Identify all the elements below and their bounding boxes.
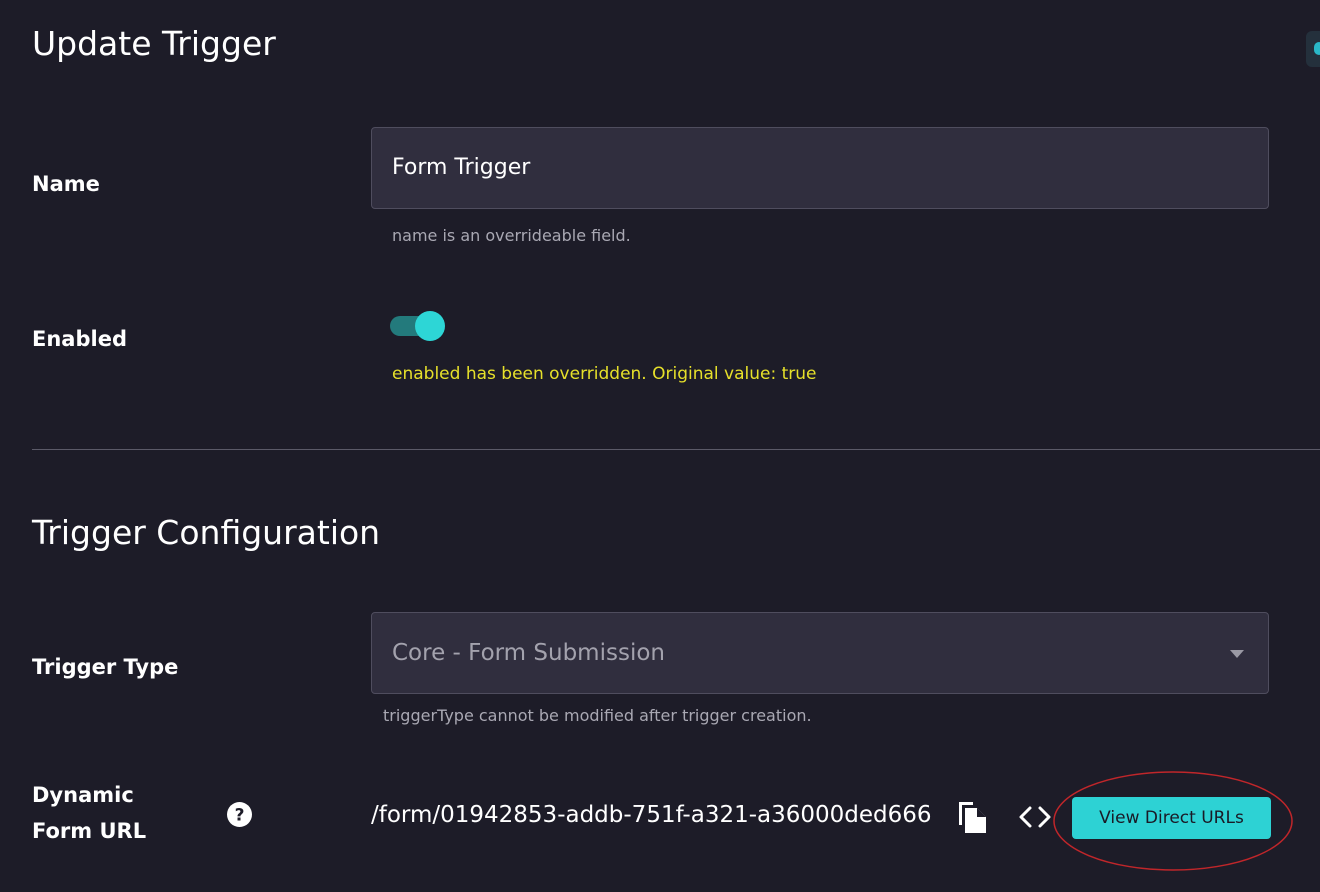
enabled-label: Enabled [32,327,127,351]
name-input-value: Form Trigger [392,155,531,180]
trigger-type-value: Core - Form Submission [392,640,665,666]
dynamic-url-label-line2: Form URL [32,819,147,843]
help-icon[interactable]: ? [227,802,252,827]
update-trigger-page: Update Trigger Name Form Trigger name is… [0,0,1320,892]
view-direct-urls-button[interactable]: View Direct URLs [1072,797,1271,839]
side-panel-toggle[interactable] [1306,31,1320,67]
trigger-type-select: Core - Form Submission [371,612,1269,694]
trigger-type-label: Trigger Type [32,655,179,679]
toggle-thumb [415,311,445,341]
trigger-type-helper-text: triggerType cannot be modified after tri… [383,706,812,725]
section-title: Trigger Configuration [32,513,381,552]
page-title: Update Trigger [32,24,276,63]
dynamic-url-label-line1: Dynamic [32,783,134,807]
copy-icon[interactable] [956,800,988,834]
chevron-down-icon [1230,650,1244,658]
enabled-override-warning: enabled has been overridden. Original va… [392,364,817,384]
section-divider [32,449,1320,450]
enabled-toggle[interactable] [390,311,446,341]
dynamic-url-value: /form/01942853-addb-751f-a321-a36000ded6… [371,802,932,828]
name-helper-text: name is an overrideable field. [392,226,631,245]
name-label: Name [32,172,100,196]
svg-text:?: ? [235,806,245,826]
code-icon[interactable] [1018,805,1052,829]
name-input[interactable]: Form Trigger [371,127,1269,209]
